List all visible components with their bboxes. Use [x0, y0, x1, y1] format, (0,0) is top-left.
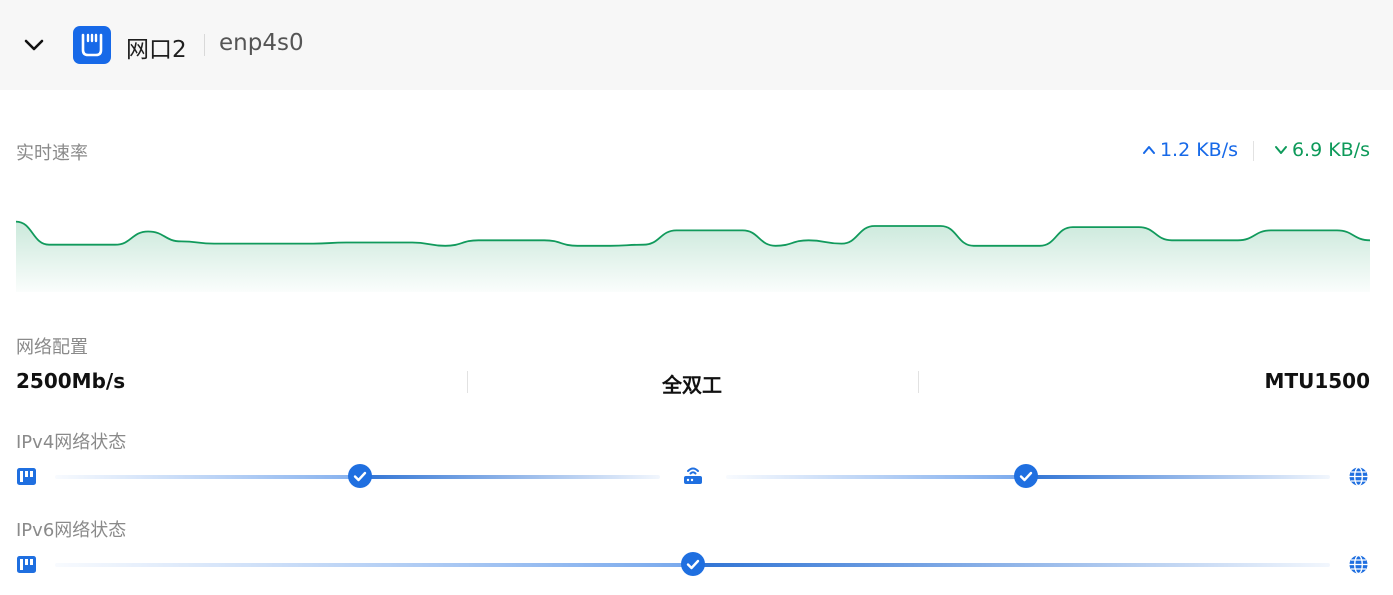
duplex-value: 全双工 — [662, 373, 722, 397]
ipv6-status-label: IPv6网络状态 — [16, 520, 127, 541]
chevron-down-icon[interactable] — [22, 35, 46, 55]
ipv4-wan-track — [1026, 475, 1330, 479]
upload-rate-value: 1.2 KB/s — [1159, 139, 1238, 161]
rate-divider — [1253, 141, 1254, 161]
interface-name: 网口2 — [126, 37, 187, 63]
device-name: enp4s0 — [219, 30, 304, 56]
ipv4-link-track — [55, 475, 360, 479]
ipv4-status-label: IPv4网络状态 — [16, 432, 127, 453]
globe-icon — [1349, 554, 1368, 575]
realtime-speed-label: 实时速率 — [16, 143, 88, 164]
header-divider — [204, 34, 205, 56]
ipv6-link-track — [693, 563, 1330, 567]
upload-rate: 1.2 KB/s — [1142, 139, 1238, 161]
check-icon — [681, 552, 705, 576]
link-speed-value: 2500Mb/s — [16, 369, 126, 393]
arrow-up-icon — [1142, 146, 1155, 154]
download-rate: 6.9 KB/s — [1274, 139, 1370, 161]
ipv6-link-track — [55, 563, 693, 567]
chart-area-fill — [16, 221, 1370, 292]
check-icon — [1014, 464, 1038, 488]
check-icon — [348, 464, 372, 488]
mtu-value: MTU1500 — [1264, 369, 1370, 393]
network-config-label: 网络配置 — [16, 337, 88, 358]
ipv4-wan-track — [726, 475, 1026, 479]
arrow-down-icon — [1274, 146, 1287, 154]
download-rate-value: 6.9 KB/s — [1291, 139, 1370, 161]
realtime-speed-chart — [16, 220, 1370, 292]
ethernet-port-icon — [73, 26, 111, 64]
ipv4-link-track — [360, 475, 660, 479]
ethernet-adapter-icon — [17, 468, 36, 485]
interface-header: 网口2 enp4s0 — [0, 0, 1393, 90]
globe-icon — [1349, 466, 1368, 487]
config-divider — [467, 371, 468, 393]
router-icon — [684, 467, 702, 484]
config-divider — [918, 371, 919, 393]
ethernet-adapter-icon — [17, 556, 36, 573]
